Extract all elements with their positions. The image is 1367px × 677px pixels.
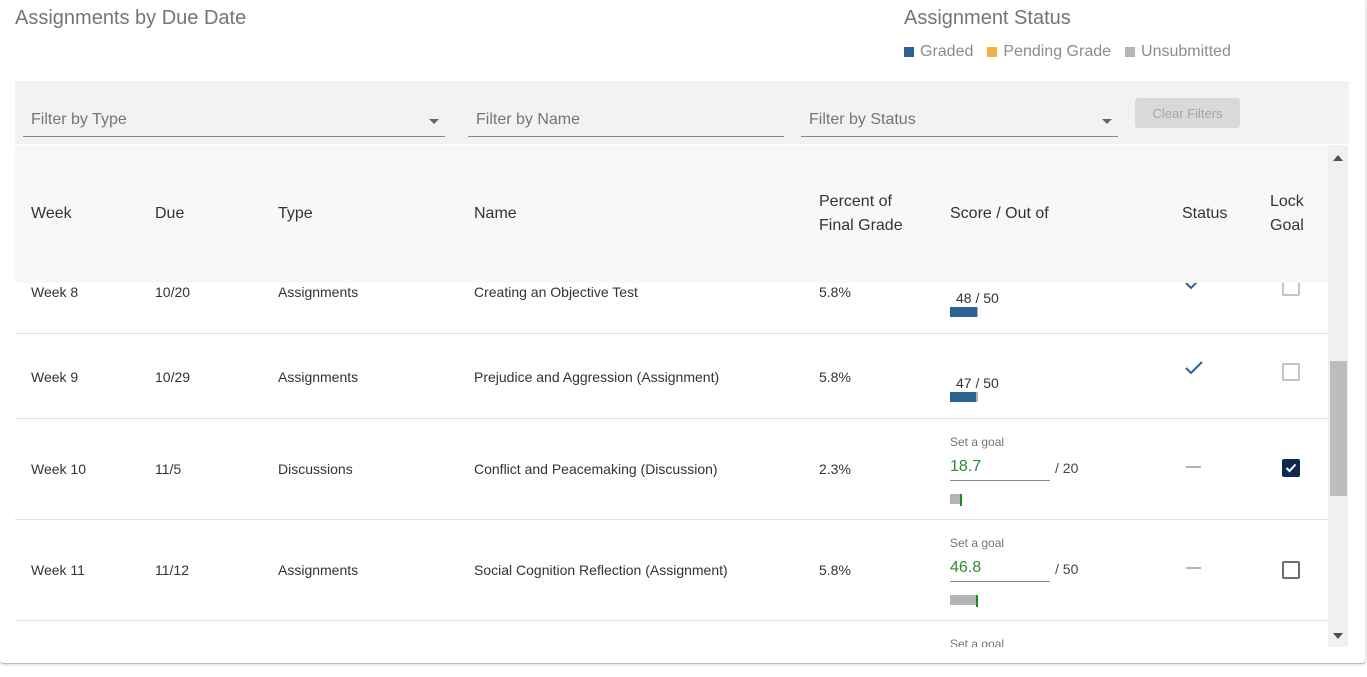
legend-item-unsubmitted: Unsubmitted [1125, 43, 1231, 61]
legend-item-graded: Graded [904, 43, 973, 61]
lock-goal-checkbox[interactable] [1282, 561, 1300, 579]
check-icon [1185, 361, 1203, 375]
chevron-down-icon [1102, 119, 1112, 124]
score-value: 48 / 50 [956, 290, 999, 306]
table-scrollbar[interactable] [1328, 145, 1348, 647]
percent-cell: 5.8% [819, 562, 851, 578]
percent-cell: 2.3% [819, 461, 851, 477]
scroll-up-arrow-icon[interactable] [1333, 155, 1343, 161]
due-cell: 11/5 [155, 461, 182, 477]
legend-item-pending: Pending Grade [987, 43, 1111, 61]
percent-cell: 5.8% [819, 284, 851, 300]
assignments-table: Week 8 10/20 Assignments Creating an Obj… [15, 145, 1349, 647]
score-out-of: / 50 [975, 290, 999, 306]
legend-label: Graded [920, 43, 974, 60]
clear-filters-button[interactable]: Clear Filters [1135, 98, 1240, 128]
filter-bar: Filter by Type Filter by Name Filter by … [15, 81, 1349, 144]
legend-label: Pending Grade [1003, 43, 1112, 60]
goal-marker [960, 494, 962, 506]
table-row: Week 10 11/5 Discussions Conflict and Pe… [15, 419, 1328, 520]
header-line: Lock [1270, 193, 1304, 210]
goal-bar [950, 595, 978, 607]
filter-type-placeholder: Filter by Type [31, 111, 127, 128]
goal-out-of: / 50 [1055, 561, 1079, 577]
score-bar [950, 392, 978, 402]
legend-title: Assignment Status [904, 7, 1071, 29]
scroll-down-arrow-icon[interactable] [1333, 633, 1343, 639]
due-cell: 11/12 [155, 562, 189, 578]
type-cell: Discussions [278, 461, 353, 477]
header-line: Percent of [819, 193, 892, 210]
chevron-down-icon [429, 119, 439, 124]
score-out-of: / 50 [975, 375, 999, 391]
column-header-percent[interactable]: Percent of Final Grade [819, 190, 903, 238]
filter-by-status-select[interactable]: Filter by Status [801, 108, 1118, 137]
type-cell: Assignments [278, 369, 359, 385]
legend-label: Unsubmitted [1141, 43, 1231, 60]
name-cell: Conflict and Peacemaking (Discussion) [474, 461, 718, 477]
dash-icon [1186, 567, 1201, 569]
assignments-card: Assignments by Due Date Assignment Statu… [0, 0, 1366, 664]
goal-out-of: / 20 [1055, 460, 1079, 476]
column-header-week[interactable]: Week [31, 202, 72, 226]
goal-bar [950, 494, 962, 506]
graded-swatch-icon [904, 47, 914, 57]
column-header-type[interactable]: Type [278, 202, 313, 226]
set-goal-label: Set a goal [950, 637, 1005, 647]
set-goal-label: Set a goal [950, 435, 1005, 449]
goal-input[interactable] [950, 555, 1050, 582]
week-cell: Week 11 [31, 562, 85, 578]
percent-cell: 5.8% [819, 369, 851, 385]
table-row: Set a goal [15, 621, 1328, 647]
column-header-status[interactable]: Status [1182, 202, 1227, 226]
score-bar-fill [950, 392, 977, 402]
header-line: Final Grade [819, 217, 903, 234]
scrollbar-thumb[interactable] [1330, 361, 1347, 496]
type-cell: Assignments [278, 562, 359, 578]
set-goal-label: Set a goal [950, 536, 1005, 550]
score-number: 47 [956, 375, 972, 391]
column-header-name[interactable]: Name [474, 202, 517, 226]
type-cell: Assignments [278, 284, 359, 300]
table-header: Week Due Type Name Percent of Final Grad… [15, 145, 1328, 283]
filter-status-placeholder: Filter by Status [809, 111, 916, 128]
name-cell: Prejudice and Aggression (Assignment) [474, 369, 720, 385]
table-row: Week 9 10/29 Assignments Prejudice and A… [15, 334, 1328, 419]
lock-goal-checkbox[interactable] [1282, 459, 1300, 477]
score-bar [950, 307, 978, 317]
page-title: Assignments by Due Date [15, 7, 247, 29]
score-bar-fill [950, 307, 977, 317]
score-number: 48 [956, 290, 972, 306]
pending-swatch-icon [987, 47, 998, 57]
header-line: Goal [1270, 217, 1304, 234]
check-icon [1285, 463, 1297, 473]
week-cell: Week 10 [31, 461, 86, 477]
due-cell: 10/29 [155, 369, 191, 385]
filter-name-placeholder: Filter by Name [476, 111, 581, 128]
goal-input[interactable] [950, 454, 1050, 481]
column-header-due[interactable]: Due [155, 202, 184, 226]
lock-goal-checkbox[interactable] [1282, 363, 1300, 381]
column-header-score[interactable]: Score / Out of [950, 202, 1049, 226]
name-cell: Social Cognition Reflection (Assignment) [474, 562, 728, 578]
unsubmitted-swatch-icon [1125, 47, 1136, 57]
week-cell: Week 8 [31, 284, 79, 300]
filter-by-type-select[interactable]: Filter by Type [23, 108, 445, 137]
week-cell: Week 9 [31, 369, 79, 385]
due-cell: 10/20 [155, 284, 191, 300]
table-row: Week 11 11/12 Assignments Social Cogniti… [15, 520, 1328, 621]
dash-icon [1186, 466, 1201, 468]
status-legend: Graded Pending Grade Unsubmitted [904, 43, 1245, 61]
goal-marker [976, 595, 978, 607]
score-value: 47 / 50 [956, 375, 999, 391]
filter-by-name-input[interactable]: Filter by Name [468, 108, 784, 137]
name-cell: Creating an Objective Test [474, 284, 638, 300]
column-header-lock-goal[interactable]: Lock Goal [1270, 190, 1304, 238]
